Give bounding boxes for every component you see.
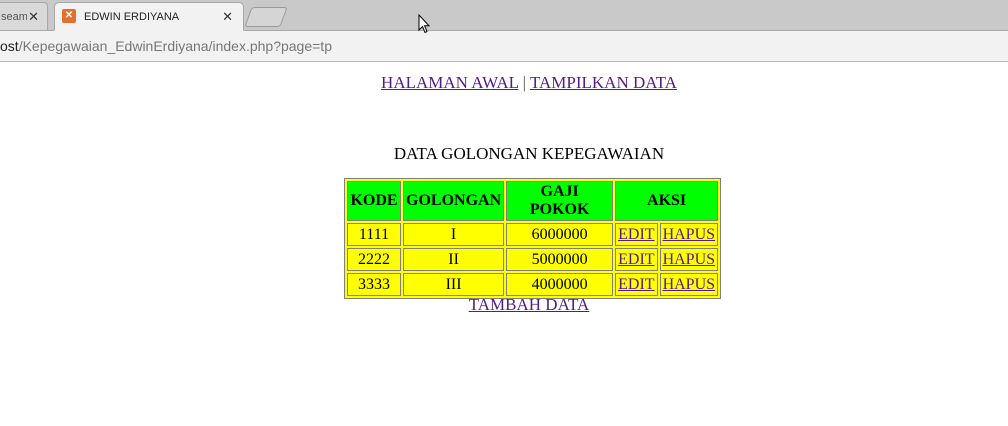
cell-gaji-pokok: 4000000 bbox=[506, 273, 614, 296]
cell-edit: EDIT bbox=[615, 248, 658, 271]
url-path: /Kepegawaian_EdwinErdiyana/index.php?pag… bbox=[18, 38, 332, 54]
table-row: 2222 II 5000000 EDIT HAPUS bbox=[347, 248, 719, 271]
golongan-table: KODE GOLONGAN GAJI POKOK AKSI 1111 I 600… bbox=[344, 178, 722, 299]
cell-edit: EDIT bbox=[615, 223, 658, 246]
delete-link[interactable]: HAPUS bbox=[663, 226, 715, 243]
add-data-container: TAMBAH DATA bbox=[0, 295, 1008, 315]
cell-gaji-pokok: 5000000 bbox=[506, 248, 614, 271]
column-header-aksi: AKSI bbox=[615, 181, 719, 221]
cell-kode: 2222 bbox=[347, 248, 401, 271]
address-bar[interactable]: ost/Kepegawaian_EdwinErdiyana/index.php?… bbox=[0, 31, 1008, 62]
cell-golongan: III bbox=[403, 273, 505, 296]
home-link[interactable]: HALAMAN AWAL bbox=[381, 73, 518, 92]
cell-kode: 1111 bbox=[347, 223, 401, 246]
nav-separator: | bbox=[522, 73, 527, 92]
edit-link[interactable]: EDIT bbox=[618, 276, 654, 293]
cell-edit: EDIT bbox=[615, 273, 658, 296]
tab-active[interactable]: ✕ EDWIN ERDIYANA ✕ bbox=[54, 2, 244, 31]
tab-title: seam bbox=[1, 11, 27, 23]
add-data-link[interactable]: TAMBAH DATA bbox=[469, 295, 590, 314]
column-header-gaji-pokok: GAJI POKOK bbox=[506, 181, 614, 221]
delete-link[interactable]: HAPUS bbox=[663, 276, 715, 293]
xampp-favicon-icon: ✕ bbox=[62, 9, 76, 23]
column-header-golongan: GOLONGAN bbox=[403, 181, 505, 221]
close-icon[interactable]: ✕ bbox=[28, 9, 39, 25]
url-host: ost bbox=[0, 38, 19, 54]
cell-golongan: I bbox=[403, 223, 505, 246]
table-header-row: KODE GOLONGAN GAJI POKOK AKSI bbox=[347, 181, 719, 221]
delete-link[interactable]: HAPUS bbox=[663, 251, 715, 268]
tab-previous[interactable]: seam ✕ bbox=[0, 2, 48, 30]
top-navigation: HALAMAN AWAL | TAMPILKAN DATA bbox=[0, 73, 1008, 93]
tab-strip: seam ✕ ✕ EDWIN ERDIYANA ✕ bbox=[0, 0, 1008, 31]
edit-link[interactable]: EDIT bbox=[618, 226, 654, 243]
cell-hapus: HAPUS bbox=[659, 223, 719, 246]
page-title: DATA GOLONGAN KEPEGAWAIAN bbox=[393, 144, 665, 163]
table-row: 1111 I 6000000 EDIT HAPUS bbox=[347, 223, 719, 246]
cell-golongan: II bbox=[403, 248, 505, 271]
cell-kode: 3333 bbox=[347, 273, 401, 296]
cell-hapus: HAPUS bbox=[659, 248, 719, 271]
close-icon[interactable]: ✕ bbox=[222, 9, 233, 25]
url-text[interactable]: ost/Kepegawaian_EdwinErdiyana/index.php?… bbox=[0, 38, 332, 54]
new-tab-button[interactable] bbox=[244, 7, 288, 27]
show-data-link[interactable]: TAMPILKAN DATA bbox=[530, 73, 677, 92]
edit-link[interactable]: EDIT bbox=[618, 251, 654, 268]
column-header-kode: KODE bbox=[347, 181, 401, 221]
tab-title: EDWIN ERDIYANA bbox=[84, 11, 180, 23]
cell-gaji-pokok: 6000000 bbox=[506, 223, 614, 246]
cell-hapus: HAPUS bbox=[659, 273, 719, 296]
table-row: 3333 III 4000000 EDIT HAPUS bbox=[347, 273, 719, 296]
